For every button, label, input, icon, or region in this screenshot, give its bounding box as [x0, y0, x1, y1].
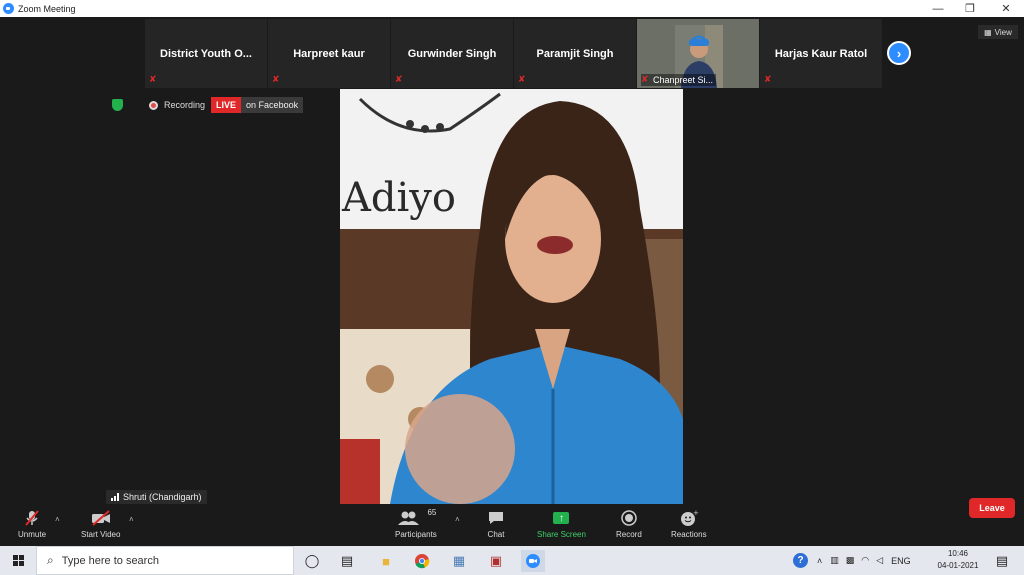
active-speaker-label: Shruti (Chandigarh)	[106, 490, 207, 504]
start-video-label: Start Video	[81, 530, 121, 539]
chat-bubble-icon	[487, 508, 505, 528]
muted-mic-icon: ✘	[149, 74, 157, 84]
participant-name: Paramjit Singh	[536, 47, 614, 60]
participant-strip: District Youth O... ✘ Harpreet kaur ✘ Gu…	[145, 19, 883, 88]
participants-label: Participants	[395, 530, 437, 539]
search-icon: ⌕	[47, 553, 54, 567]
participant-tile[interactable]: Gurwinder Singh ✘	[391, 19, 513, 88]
volume-mixer-icon[interactable]: ▩	[846, 555, 855, 566]
title-bar: Zoom Meeting — ❐ ✕	[0, 0, 1024, 17]
close-button[interactable]: ✕	[988, 0, 1024, 17]
recording-label: Recording	[164, 100, 206, 110]
participants-count: 65	[427, 507, 437, 517]
record-label: Record	[616, 530, 642, 539]
participant-name: Harpreet kaur	[293, 47, 365, 60]
video-off-icon	[90, 508, 112, 528]
next-page-button[interactable]: ›	[887, 41, 911, 65]
participants-options-caret-icon[interactable]: ˄	[455, 515, 460, 524]
start-video-button[interactable]: Start Video	[81, 508, 120, 539]
participant-tile[interactable]: Harpreet kaur ✘	[268, 19, 390, 88]
share-screen-label: Share Screen	[537, 530, 586, 539]
window-title: Zoom Meeting	[18, 3, 76, 14]
view-button[interactable]: ▦ View	[978, 25, 1018, 39]
participant-name: District Youth O...	[160, 47, 252, 60]
zoom-logo-icon	[3, 3, 14, 14]
start-button[interactable]	[0, 546, 36, 575]
meeting-area: District Youth O... ✘ Harpreet kaur ✘ Gu…	[0, 17, 1024, 546]
windows-logo-icon	[12, 555, 24, 566]
speaker-name: Shruti (Chandigarh)	[123, 492, 202, 502]
record-icon	[620, 508, 638, 528]
background-sign-text: Adiyo	[341, 175, 456, 221]
file-explorer-icon[interactable]: ■	[374, 550, 398, 572]
task-view-circle-icon[interactable]: ◯	[300, 550, 324, 572]
zoom-taskbar-icon[interactable]	[521, 550, 545, 572]
live-badge[interactable]: LIVE	[211, 97, 242, 113]
video-options-caret-icon[interactable]: ˄	[129, 515, 134, 524]
participant-name: Harjas Kaur Ratol	[774, 47, 868, 60]
recording-dot-icon	[149, 100, 158, 110]
participants-icon: 65	[395, 508, 436, 528]
participant-name: Chanpreet Si...	[641, 74, 717, 86]
muted-mic-icon: ✘	[395, 74, 403, 84]
minimize-button[interactable]: —	[920, 0, 956, 17]
windows-taskbar: ⌕ Type here to search ◯ ▤ ■ ▦ ▣ ? ˄ ▥ ▩ …	[0, 546, 1024, 575]
chevron-up-icon[interactable]: ˄	[817, 556, 822, 566]
muted-mic-icon: ✘	[518, 74, 526, 84]
audio-options-caret-icon[interactable]: ˄	[55, 515, 60, 524]
participants-button[interactable]: 65 Participants	[395, 508, 437, 540]
live-platform-label[interactable]: on Facebook	[241, 97, 304, 113]
reactions-label: Reactions	[671, 530, 707, 539]
leave-button[interactable]: Leave	[969, 498, 1015, 518]
clock-date: 04-01-2021	[937, 561, 979, 570]
calculator-icon[interactable]: ▦	[447, 550, 471, 572]
reactions-button[interactable]: + Reactions	[671, 508, 707, 539]
chevron-right-icon: ›	[896, 45, 902, 61]
active-speaker-video: Adiyo	[340, 89, 683, 504]
system-tray: ? ˄ ▥ ▩ ◠ ◁ ENG	[793, 546, 911, 575]
muted-mic-icon: ✘	[764, 74, 772, 84]
muted-microphone-icon	[23, 508, 41, 528]
notifications-icon[interactable]: ▤	[990, 550, 1014, 572]
participant-tile[interactable]: Paramjit Singh ✘	[514, 19, 636, 88]
help-icon[interactable]: ?	[793, 553, 808, 568]
muted-mic-icon: ✘	[272, 74, 280, 84]
emoji-plus-icon: +	[679, 508, 699, 528]
speaker-video-feed: Adiyo	[340, 89, 683, 504]
document-app-icon[interactable]: ▣	[484, 550, 508, 572]
svg-text:+: +	[693, 509, 699, 517]
taskbar-clock[interactable]: 10:46 04-01-2021	[930, 548, 986, 572]
chat-label: Chat	[487, 530, 505, 539]
security-shield-icon[interactable]	[112, 99, 123, 111]
participant-tile[interactable]: Harjas Kaur Ratol ✘	[760, 19, 882, 88]
share-screen-button[interactable]: ↑ Share Screen	[537, 508, 586, 539]
share-screen-icon: ↑	[553, 508, 570, 528]
speaker-icon[interactable]: ◁	[876, 555, 883, 566]
unmute-label: Unmute	[18, 530, 47, 539]
record-button[interactable]: Record	[616, 508, 642, 539]
task-view-icon[interactable]: ▤	[335, 550, 359, 572]
muted-mic-icon: ✘	[641, 74, 649, 84]
status-row: Recording LIVE on Facebook	[112, 95, 304, 115]
participant-tile[interactable]: District Youth O... ✘	[145, 19, 267, 88]
wifi-icon[interactable]: ◠	[861, 555, 869, 566]
view-label: View	[994, 27, 1012, 37]
restore-button[interactable]: ❐	[952, 0, 988, 17]
signal-bars-icon	[111, 493, 119, 501]
chrome-icon[interactable]	[410, 550, 434, 572]
unmute-button[interactable]: Unmute	[18, 508, 46, 539]
chat-button[interactable]: Chat	[487, 508, 505, 539]
search-placeholder: Type here to search	[61, 554, 159, 567]
language-indicator[interactable]: ENG	[891, 556, 911, 566]
participant-tile-video[interactable]: ✘ Chanpreet Si...	[637, 19, 759, 88]
device-icon[interactable]: ▥	[830, 555, 839, 566]
participant-name: Gurwinder Singh	[407, 47, 497, 60]
clock-time: 10:46	[947, 549, 969, 558]
grid-icon: ▦	[984, 27, 992, 37]
taskbar-search-box[interactable]: ⌕ Type here to search	[36, 546, 294, 575]
meeting-toolbar: Unmute ˄ Start Video ˄ 65 Participants ˄…	[0, 506, 1024, 546]
